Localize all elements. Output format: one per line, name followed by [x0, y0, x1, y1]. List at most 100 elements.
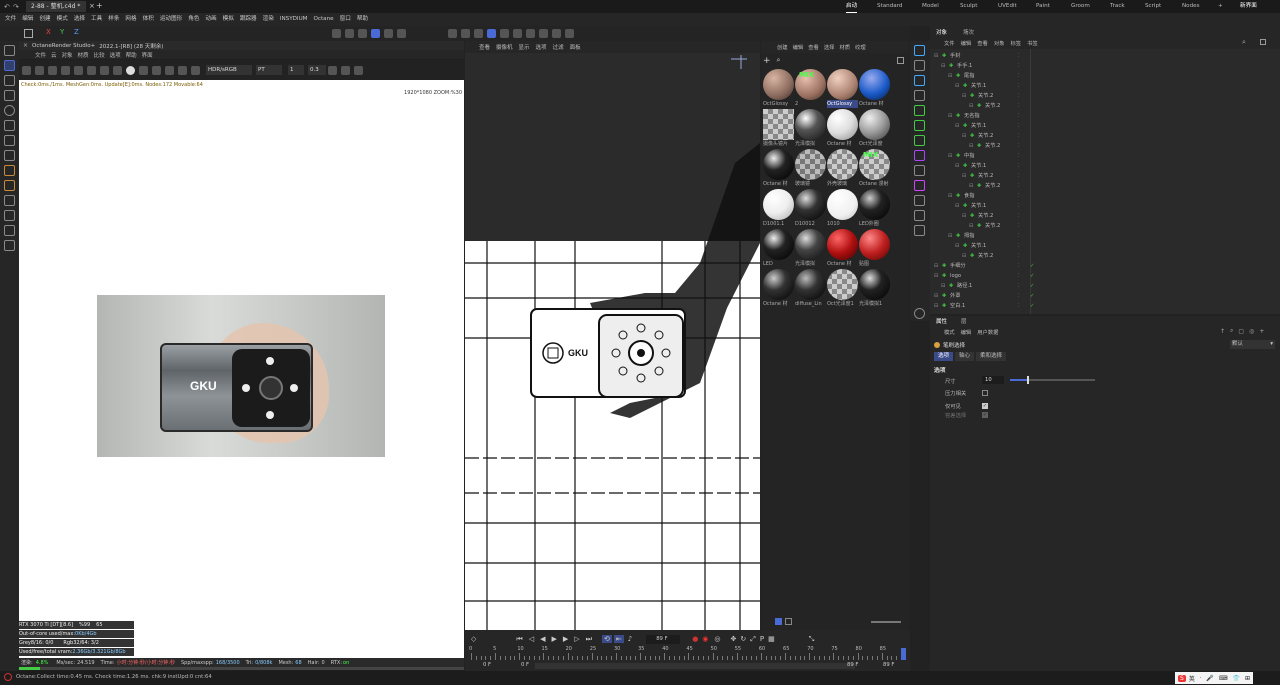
visibility-dots-icon[interactable]: ⁚ — [1018, 171, 1020, 181]
expand-toggle-icon[interactable]: ⊟ — [934, 261, 938, 271]
add-material-icon[interactable]: + — [763, 56, 771, 66]
brush-icon[interactable] — [4, 210, 15, 221]
object-tree-row[interactable]: ⊟ ✚ 食指 ⁚ — [930, 191, 1280, 201]
circle-icon[interactable] — [513, 29, 522, 38]
visibility-dots-icon[interactable]: ⁚ — [1018, 281, 1020, 291]
expand-toggle-icon[interactable]: ⊟ — [934, 291, 938, 301]
expand-toggle-icon[interactable]: ⊟ — [955, 121, 959, 131]
axis-icon[interactable] — [4, 150, 15, 161]
material-list-view-icon[interactable] — [785, 618, 792, 625]
render-active-icon[interactable] — [371, 29, 380, 38]
expand-toggle-icon[interactable]: ⊟ — [955, 241, 959, 251]
filter-icon[interactable] — [178, 65, 187, 75]
visibility-dots-icon[interactable]: ⁚ — [1018, 71, 1020, 81]
mat-menu-select[interactable]: 选择 — [824, 43, 835, 51]
edit-render-icon[interactable] — [397, 29, 406, 38]
visibility-dots-icon[interactable]: ⁚ — [1018, 121, 1020, 131]
layout-groom[interactable]: Groom — [1071, 0, 1090, 13]
object-tree-row[interactable]: ⊟ ✚ 手细分 ⁚ ✓ — [930, 261, 1280, 271]
go-to-start-icon[interactable]: ⏮ — [516, 635, 522, 644]
visibility-dots-icon[interactable]: ⁚ — [1018, 51, 1020, 61]
layout-standard[interactable]: Standard — [877, 0, 902, 13]
visibility-dots-icon[interactable]: ⁚ — [1018, 181, 1020, 191]
attr-menu-edit[interactable]: 编辑 — [961, 328, 972, 336]
expand-toggle-icon[interactable]: ⊟ — [962, 171, 966, 181]
visibility-dots-icon[interactable]: ⁚ — [1018, 301, 1020, 311]
expand-toggle-icon[interactable]: ⊟ — [962, 251, 966, 261]
menu-tools[interactable]: 工具 — [91, 13, 102, 26]
mat-menu-create[interactable]: 创建 — [777, 43, 788, 51]
expand-toggle-icon[interactable]: ⊟ — [948, 151, 952, 161]
octane-menu-objects[interactable]: 对象 — [62, 51, 73, 59]
document-tab[interactable]: 2-88 - 整机.c4d * — [26, 1, 86, 12]
prev-key-icon[interactable]: ◁ — [529, 635, 534, 643]
object-tree-row[interactable]: ⊟ ✚ 关节.1 ⁚ — [930, 201, 1280, 211]
obj-menu-view[interactable]: 查看 — [977, 39, 988, 47]
region-icon[interactable] — [74, 65, 83, 75]
material-swatch[interactable]: D1001.1 — [763, 189, 794, 228]
range-bar[interactable] — [535, 663, 855, 669]
camera-icon[interactable] — [914, 165, 925, 176]
viewport-menu-panel[interactable]: 面板 — [570, 43, 581, 51]
next-frame-icon[interactable]: ▶ — [563, 635, 568, 643]
filter-icon[interactable] — [1260, 39, 1266, 45]
lock-icon[interactable] — [113, 65, 122, 75]
deformer-icon[interactable] — [914, 135, 925, 146]
object-tree-row[interactable]: ⊟ ✚ 关节.2 ⁚ — [930, 251, 1280, 261]
obj-menu-bookmarks[interactable]: 书签 — [1027, 39, 1038, 47]
skin-icon[interactable]: 👕 — [1233, 675, 1240, 682]
enable-check-icon[interactable]: ✓ — [1030, 301, 1034, 311]
field-icon[interactable] — [914, 150, 925, 161]
enable-check-icon[interactable]: ✓ — [1030, 261, 1034, 271]
new-tab-button[interactable]: + — [96, 1, 103, 10]
settings-icon[interactable]: ◎ — [1249, 328, 1254, 335]
menu-file[interactable]: 文件 — [5, 13, 16, 26]
obj-menu-file[interactable]: 文件 — [944, 39, 955, 47]
go-to-end-icon[interactable]: ⏭ — [586, 635, 592, 644]
ime-lang[interactable]: 英 — [1189, 674, 1195, 683]
visibility-dots-icon[interactable]: ⁚ — [1018, 101, 1020, 111]
menu-mograph[interactable]: 运动图形 — [160, 13, 182, 26]
enable-check-icon[interactable]: ✓ — [1030, 271, 1034, 281]
palette-extra-icon[interactable] — [914, 308, 925, 319]
magnet-icon[interactable] — [448, 29, 457, 38]
loop-icon[interactable] — [4, 165, 15, 176]
sphere-preview-icon[interactable] — [126, 65, 135, 75]
menu-insydium[interactable]: INSYDIUM — [280, 13, 308, 26]
octane-menu-compare[interactable]: 比较 — [94, 51, 105, 59]
visibility-dots-icon[interactable]: ⁚ — [1018, 271, 1020, 281]
material-swatch[interactable]: 光泽模拟 — [795, 229, 826, 268]
object-tree-row[interactable]: ⊟ ✚ 关节.1 ⁚ — [930, 241, 1280, 251]
timeline-ruler[interactable]: 0 5 10 15 20 25 30 35 40 45 50 55 60 65 70 75 80 85 — [469, 646, 902, 660]
pressure-checkbox[interactable] — [982, 389, 988, 396]
object-tree-row[interactable]: ⊟ ✚ 中指 ⁚ — [930, 151, 1280, 161]
material-swatch[interactable]: Octane 材 — [827, 229, 858, 268]
menu-mesh[interactable]: 网格 — [125, 13, 136, 26]
expand-toggle-icon[interactable]: ⊟ — [948, 231, 952, 241]
layout-nodes[interactable]: Nodes — [1182, 0, 1200, 13]
expand-toggle-icon[interactable]: ⊟ — [941, 281, 945, 291]
viewport-menu-cameras[interactable]: 摄像机 — [496, 43, 513, 51]
octane-menu-options[interactable]: 选项 — [110, 51, 121, 59]
record-icon[interactable] — [354, 65, 363, 75]
object-tree-row[interactable]: ⊟ ✚ logo ⁚ ✓ — [930, 271, 1280, 281]
tolerance-checkbox[interactable]: ✓ — [982, 411, 988, 418]
expand-toggle-icon[interactable]: ⊟ — [955, 81, 959, 91]
view-toggle-icon[interactable] — [24, 29, 33, 38]
sky-icon[interactable] — [914, 210, 925, 221]
key-scale-icon[interactable]: ⤢ — [750, 635, 756, 644]
next-key-icon[interactable]: ▷ — [574, 635, 579, 643]
menu-create[interactable]: 创建 — [39, 13, 50, 26]
octane-menu-interface[interactable]: 界面 — [142, 51, 153, 59]
object-tree-row[interactable]: ⊟ ✚ 关节.2 ⁚ — [930, 101, 1280, 111]
ime-logo-icon[interactable]: S — [1178, 674, 1186, 682]
enable-check-icon[interactable]: ✓ — [1030, 291, 1034, 301]
material-swatch[interactable]: diffuse_Lin — [795, 269, 826, 308]
viewport-menu-options[interactable]: 选项 — [536, 43, 547, 51]
obj-menu-edit[interactable]: 编辑 — [961, 39, 972, 47]
expand-toggle-icon[interactable]: ⊟ — [955, 161, 959, 171]
material-swatch[interactable]: 摄像头镜片 — [763, 109, 794, 148]
key-pla-icon[interactable]: ▦ — [768, 635, 775, 643]
stop-icon[interactable] — [61, 65, 70, 75]
expand-toggle-icon[interactable]: ⊟ — [948, 191, 952, 201]
